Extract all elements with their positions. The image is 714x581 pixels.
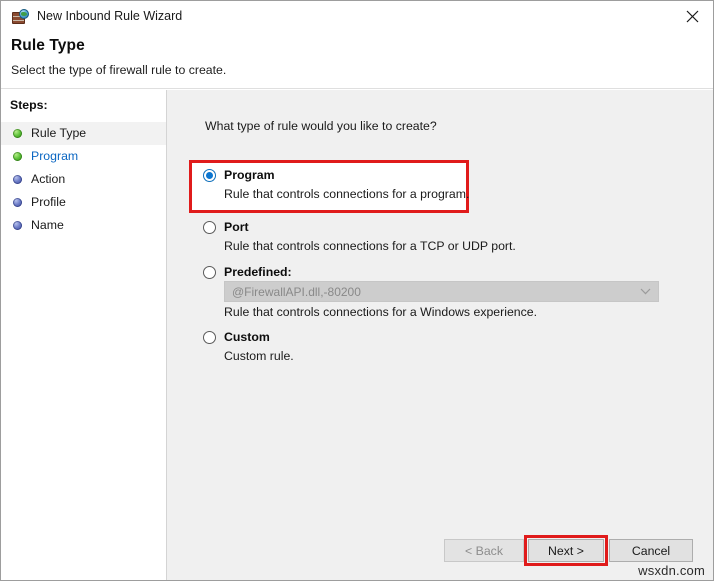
option-description: Custom rule. [224, 349, 294, 363]
sidebar-item-name[interactable]: Name [1, 214, 166, 237]
step-bullet-icon [13, 175, 22, 184]
sidebar-item-label: Program [31, 150, 78, 162]
wizard-header: Rule Type Select the type of firewall ru… [1, 32, 714, 89]
predefined-combo-value: @FirewallAPI.dll,-80200 [232, 285, 636, 299]
step-bullet-icon [13, 152, 22, 161]
option-port[interactable]: Port Rule that controls connections for … [203, 220, 516, 253]
wizard-body: Steps: Rule Type Program Action Profile [1, 90, 714, 581]
title-bar: New Inbound Rule Wizard [1, 1, 714, 32]
option-title: Port [224, 220, 249, 234]
sidebar-item-action[interactable]: Action [1, 168, 166, 191]
watermark: wsxdn.com [638, 563, 705, 578]
predefined-combo-box[interactable]: @FirewallAPI.dll,-80200 [224, 281, 659, 302]
sidebar-item-program[interactable]: Program [1, 145, 166, 168]
option-description: Rule that controls connections for a Win… [224, 305, 537, 319]
option-description: Rule that controls connections for a pro… [224, 187, 469, 201]
back-button[interactable]: < Back [444, 539, 524, 562]
main-panel: What type of rule would you like to crea… [167, 90, 714, 581]
close-icon[interactable] [669, 1, 714, 32]
steps-sidebar: Steps: Rule Type Program Action Profile [1, 90, 167, 581]
wizard-footer: < Back Next > Cancel [167, 529, 714, 581]
page-subtitle: Select the type of firewall rule to crea… [11, 63, 226, 77]
new-inbound-rule-wizard-window: New Inbound Rule Wizard Rule Type Select… [0, 0, 714, 581]
option-program[interactable]: Program Rule that controls connections f… [203, 168, 469, 201]
steps-list: Rule Type Program Action Profile Name [1, 122, 166, 237]
radio-program[interactable] [203, 169, 216, 182]
cancel-button[interactable]: Cancel [609, 539, 693, 562]
option-predefined[interactable]: Predefined: [203, 265, 292, 279]
window-title: New Inbound Rule Wizard [37, 10, 182, 23]
firewall-globe-icon [11, 8, 29, 26]
option-title: Program [224, 168, 275, 182]
sidebar-item-profile[interactable]: Profile [1, 191, 166, 214]
next-button[interactable]: Next > [528, 539, 604, 562]
radio-predefined[interactable] [203, 266, 216, 279]
page-title: Rule Type [11, 37, 85, 55]
sidebar-item-label: Name [31, 219, 64, 231]
step-bullet-icon [13, 198, 22, 207]
sidebar-item-label: Profile [31, 196, 66, 208]
sidebar-item-label: Rule Type [31, 127, 86, 139]
option-predefined-description-wrap: Rule that controls connections for a Win… [203, 305, 537, 319]
option-title: Predefined: [224, 265, 292, 279]
sidebar-item-rule-type[interactable]: Rule Type [1, 122, 166, 145]
radio-port[interactable] [203, 221, 216, 234]
question-label: What type of rule would you like to crea… [205, 119, 437, 133]
step-bullet-icon [13, 221, 22, 230]
sidebar-item-label: Action [31, 173, 65, 185]
step-bullet-icon [13, 129, 22, 138]
radio-custom[interactable] [203, 331, 216, 344]
steps-heading: Steps: [10, 98, 48, 112]
chevron-down-icon [636, 288, 654, 295]
option-description: Rule that controls connections for a TCP… [224, 239, 516, 253]
option-title: Custom [224, 330, 270, 344]
option-custom[interactable]: Custom Custom rule. [203, 330, 294, 363]
